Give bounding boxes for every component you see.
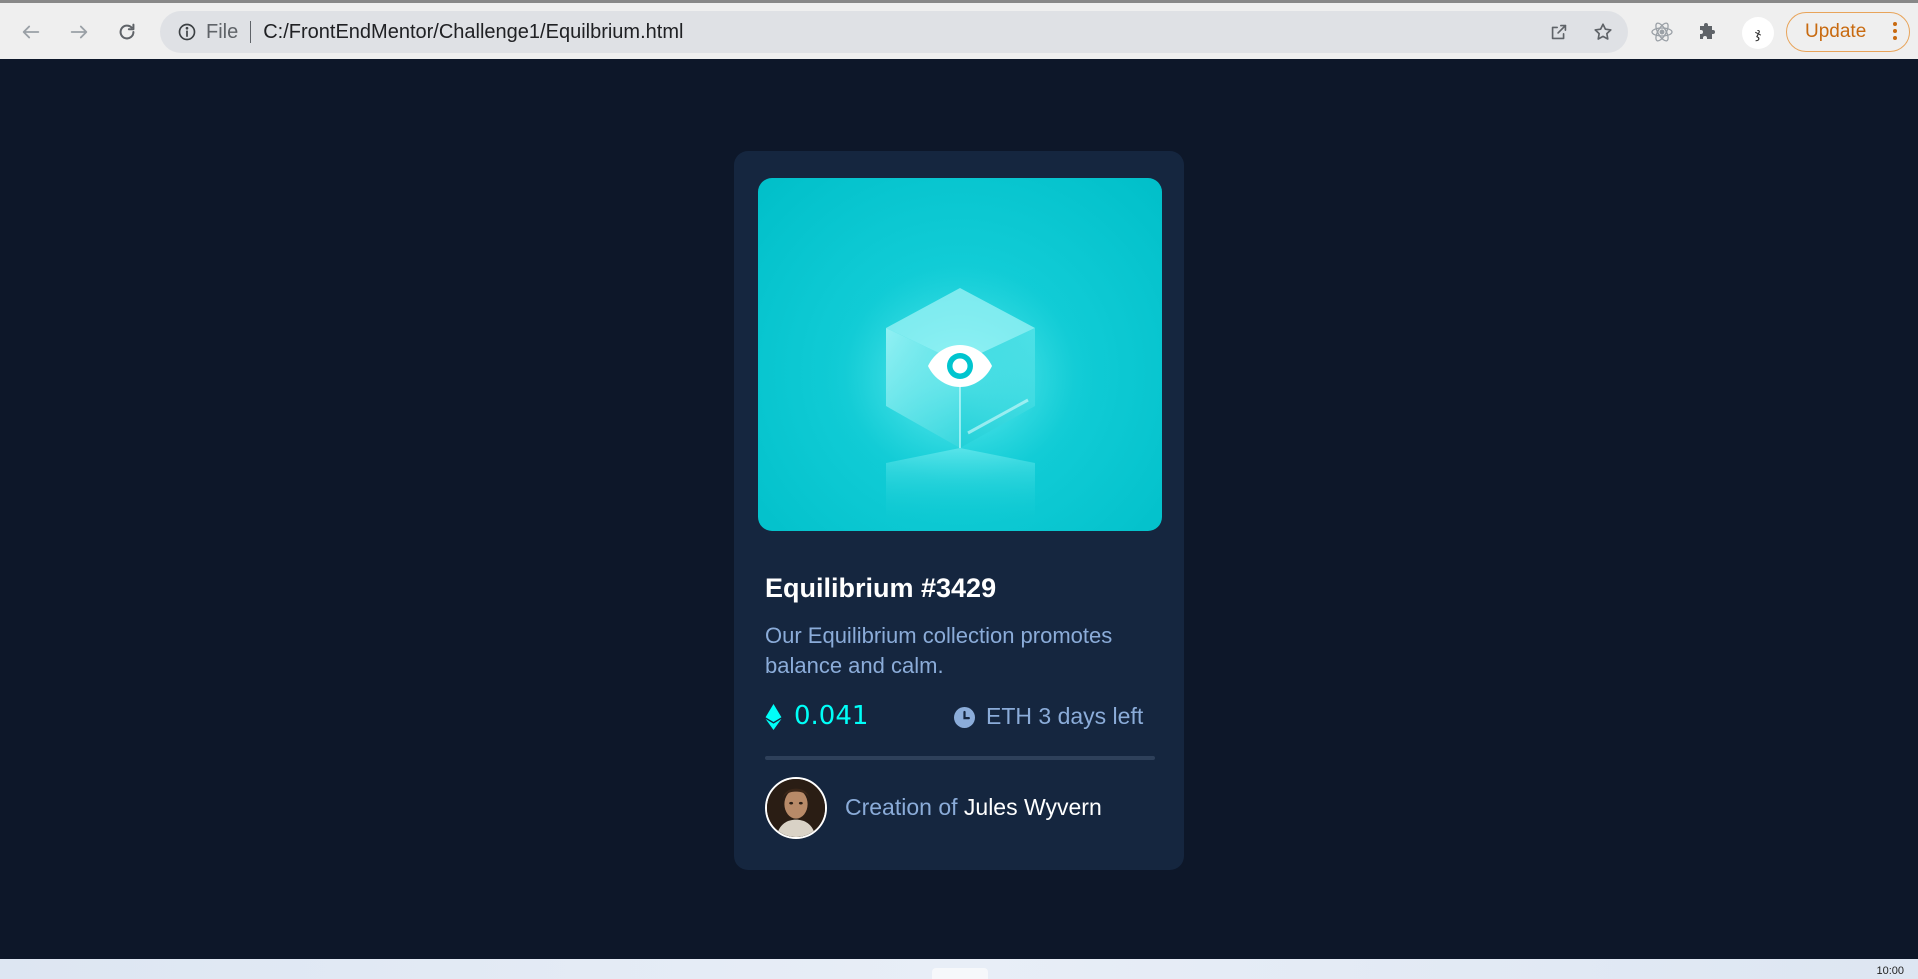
card-divider (765, 756, 1155, 760)
update-label: Update (1805, 21, 1867, 42)
info-icon[interactable] (176, 21, 198, 43)
url-text[interactable]: C:/FrontEndMentor/Challenge1/Equilbrium.… (263, 21, 683, 44)
puzzle-icon[interactable] (1694, 17, 1724, 47)
price-value: 0.041 (794, 701, 869, 731)
update-button[interactable]: Update (1786, 12, 1910, 52)
creator-name[interactable]: Jules Wyvern (964, 794, 1102, 820)
forward-button[interactable] (62, 15, 96, 49)
price-row: 0.041 ETH 3 days left (765, 700, 1155, 734)
react-devtools-icon[interactable] (1647, 17, 1677, 47)
arrow-left-icon (22, 25, 40, 39)
share-icon[interactable] (1548, 21, 1570, 43)
reload-button[interactable] (110, 15, 144, 49)
taskbar-app-item[interactable] (932, 968, 988, 979)
creator-avatar (765, 777, 827, 839)
kebab-menu-icon (1893, 22, 1897, 40)
creator-line: Creation of Jules Wyvern (845, 794, 1102, 821)
profile-avatar[interactable]: ჯ (1742, 17, 1774, 49)
creator-prefix: Creation of (845, 794, 958, 820)
reload-icon (119, 23, 135, 40)
os-taskbar: 10:00 (0, 959, 1918, 979)
nft-card: Equilibrium #3429 Our Equilibrium collec… (734, 151, 1184, 870)
ethereum-icon (765, 704, 782, 730)
star-icon[interactable] (1592, 21, 1614, 43)
taskbar-clock: 10:00 (1876, 965, 1904, 977)
omnibox-divider (250, 21, 252, 43)
card-title[interactable]: Equilibrium #3429 (765, 573, 996, 604)
equilibrium-image[interactable] (758, 178, 1162, 531)
eye-icon (928, 345, 992, 387)
card-description: Our Equilibrium collection promotes bala… (765, 623, 1113, 678)
arrow-right-icon (70, 25, 88, 39)
browser-toolbar: File C:/FrontEndMentor/Challenge1/Equilb… (0, 0, 1918, 59)
scheme-label: File (206, 20, 239, 43)
clock-icon (954, 707, 975, 728)
time-left: ETH 3 days left (986, 703, 1144, 729)
back-button[interactable] (14, 15, 48, 49)
omnibox-actions (1548, 11, 1614, 53)
address-bar[interactable]: File C:/FrontEndMentor/Challenge1/Equilb… (160, 11, 1628, 53)
